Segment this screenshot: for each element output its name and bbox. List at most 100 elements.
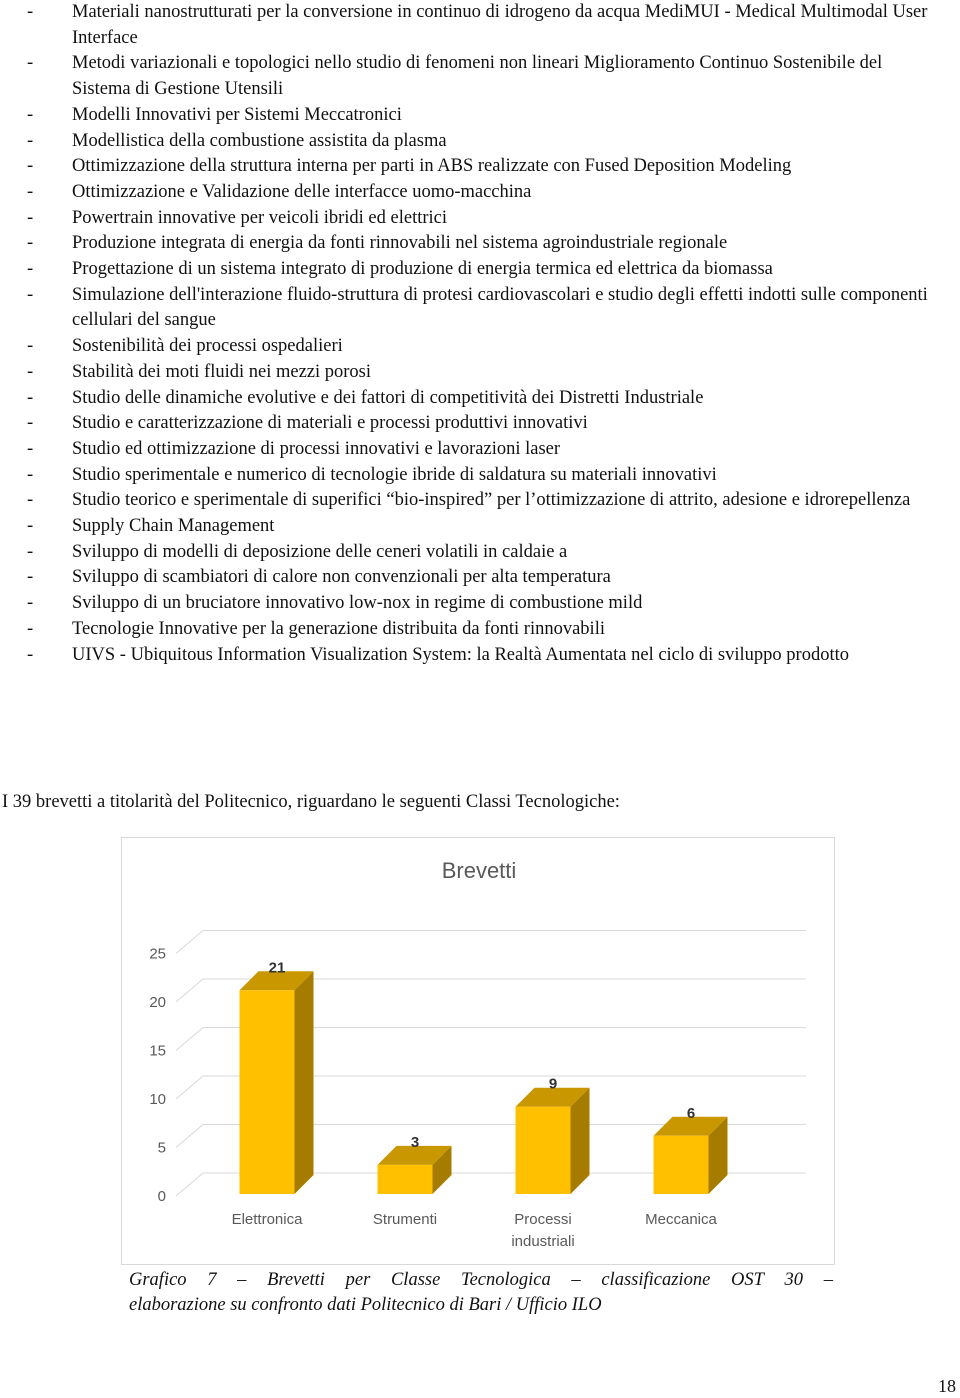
list-item-text: Modelli Innovativi per Sistemi Meccatron… bbox=[72, 104, 402, 125]
x-category-label: Processi bbox=[514, 1211, 572, 1228]
bullet-dash: - bbox=[27, 156, 34, 177]
caption-word: Tecnologica bbox=[460, 1270, 551, 1290]
bullet-dash: - bbox=[27, 541, 34, 562]
list-item: - Sviluppo di modelli di deposizione dell… bbox=[0, 540, 960, 566]
list-item: - Powertrain innovative per veicoli ibrid… bbox=[0, 206, 960, 232]
caption-word: per bbox=[345, 1270, 371, 1290]
chart-title: Brevetti bbox=[442, 858, 517, 883]
list-item-text: Stabilità dei moti fluidi nei mezzi poro… bbox=[72, 361, 372, 382]
bullet-dash: - bbox=[27, 336, 34, 357]
bullet-dash: - bbox=[27, 2, 34, 22]
list-item: - Supply Chain Management bbox=[0, 514, 960, 540]
list-item-text: UIVS - Ubiquitous Information Visualizat… bbox=[72, 644, 849, 665]
caption-word: 7 bbox=[207, 1270, 217, 1290]
bullet-dash: - bbox=[27, 181, 34, 202]
list-item-text: Produzione integrata di energia da fonti… bbox=[72, 233, 728, 254]
list-item: - Studio delle dinamiche evolutive e dei … bbox=[0, 386, 960, 412]
list-item: - Studio sperimentale e numerico di tecno… bbox=[0, 463, 960, 489]
bullet-dash: - bbox=[27, 438, 34, 459]
bar-side bbox=[294, 971, 314, 1194]
list-item-text: Tecnologie Innovative per la generazione… bbox=[72, 618, 605, 639]
list-item-text: Progettazione di un sistema integrato di… bbox=[72, 259, 773, 280]
bullet-dash: - bbox=[27, 644, 34, 665]
bullet-dash: - bbox=[27, 284, 34, 305]
bar bbox=[653, 1135, 709, 1194]
caption-word: Brevetti bbox=[267, 1270, 325, 1290]
x-category-label: industriali bbox=[511, 1233, 574, 1250]
caption-word: Grafico bbox=[129, 1270, 187, 1290]
list-item-text: Ottimizzazione della struttura interna p… bbox=[72, 156, 792, 177]
list-item-text: Supply Chain Management bbox=[72, 516, 275, 537]
list-item: - Sviluppo di un bruciatore innovativo lo… bbox=[0, 591, 960, 617]
patents-intro-text: I 39 brevetti a titolarità del Politecni… bbox=[2, 792, 620, 812]
chart-caption: Grafico 7– Brevetti per Classe Tecnologica – cl… bbox=[129, 1268, 833, 1318]
gridline-side bbox=[175, 1124, 204, 1148]
bullet-dash: - bbox=[27, 567, 34, 588]
x-category-label: Meccanica bbox=[645, 1211, 717, 1228]
list-item: - Studio ed ottimizzazione di processi in… bbox=[0, 437, 960, 463]
list-item: - Modellistica della combustione assistit… bbox=[0, 129, 960, 155]
list-item-text: Studio teorico e sperimentale di superif… bbox=[72, 490, 911, 511]
list-item-text: Simulazione dell'interazione fluido-stru… bbox=[72, 284, 928, 331]
list-item: - Stabilità dei moti fluidi nei mezzi por… bbox=[0, 360, 960, 386]
bullet-dash: - bbox=[27, 104, 34, 125]
list-item-text: Studio sperimentale e numerico di tecnol… bbox=[72, 464, 717, 485]
bullet-dash: - bbox=[27, 464, 34, 485]
caption-word: 30 bbox=[784, 1270, 804, 1290]
bullet-dash: - bbox=[27, 516, 34, 537]
list-item-text: Sviluppo di scambiatori di calore non co… bbox=[72, 567, 611, 588]
chart-canvas: Brevetti 0 5 10 15 20 25 21 Elettronica 3 Strument… bbox=[149, 858, 806, 1250]
y-tick-label: 0 bbox=[158, 1188, 166, 1205]
caption-word: classificazione bbox=[601, 1270, 711, 1290]
list-item-text: Modellistica della combustione assistita… bbox=[72, 130, 447, 151]
bar bbox=[515, 1106, 571, 1194]
project-list: - Materiali nanostrutturati per la conver… bbox=[0, 0, 960, 668]
data-label: 3 bbox=[411, 1134, 419, 1151]
bullet-dash: - bbox=[27, 207, 34, 228]
list-item-text: Metodi variazionali e topologici nello s… bbox=[72, 53, 883, 100]
y-tick-label: 5 bbox=[158, 1140, 166, 1157]
caption-word: – bbox=[571, 1270, 581, 1290]
list-item: - Ottimizzazione e Validazione delle inte… bbox=[0, 180, 960, 206]
list-item: - Sviluppo di scambiatori di calore non c… bbox=[0, 565, 960, 591]
patents-chart: Brevetti 0 5 10 15 20 25 21 Elettronica 3 Strument… bbox=[121, 837, 835, 1265]
y-tick-label: 10 bbox=[149, 1091, 166, 1108]
data-label: 6 bbox=[687, 1105, 695, 1122]
list-item: - Progettazione di un sistema integrato d… bbox=[0, 257, 960, 283]
caption-line-1: Grafico 7– Brevetti per Classe Tecnologica – cl… bbox=[129, 1268, 833, 1293]
list-item: - Materiali nanostrutturati per la conver… bbox=[0, 0, 960, 51]
y-tick-label: 15 bbox=[149, 1043, 166, 1060]
bullet-dash: - bbox=[27, 413, 34, 434]
x-category-label: Strumenti bbox=[373, 1211, 437, 1228]
list-item: - Sostenibilità dei processi ospedalieri bbox=[0, 334, 960, 360]
caption-line-2: elaborazione su confronto dati Politecni… bbox=[129, 1295, 602, 1315]
bullet-dash: - bbox=[27, 233, 34, 254]
list-item-text: Sviluppo di un bruciatore innovativo low… bbox=[72, 593, 643, 614]
bar bbox=[377, 1164, 433, 1194]
data-label: 9 bbox=[549, 1076, 557, 1093]
list-item-text: Materiali nanostrutturati per la convers… bbox=[72, 2, 928, 48]
x-category-label: Elettronica bbox=[232, 1211, 304, 1228]
bullet-dash: - bbox=[27, 387, 34, 408]
list-item-text: Powertrain innovative per veicoli ibridi… bbox=[72, 207, 448, 228]
list-item: - Tecnologie Innovative per la generazion… bbox=[0, 617, 960, 643]
caption-word: OST bbox=[730, 1270, 764, 1290]
list-item-text: Studio ed ottimizzazione di processi inn… bbox=[72, 438, 561, 459]
list-item: - Metodi variazionali e topologici nello … bbox=[0, 51, 960, 102]
list-item: - Produzione integrata di energia da font… bbox=[0, 231, 960, 257]
page-number: 18 bbox=[938, 1376, 956, 1396]
y-tick-label: 20 bbox=[149, 994, 166, 1011]
data-label: 21 bbox=[269, 959, 286, 976]
gridline-side bbox=[175, 978, 204, 1003]
list-item: - Modelli Innovativi per Sistemi Meccatro… bbox=[0, 103, 960, 129]
bar bbox=[239, 990, 295, 1194]
list-item-text: Ottimizzazione e Validazione delle inter… bbox=[72, 181, 532, 202]
bullet-dash: - bbox=[27, 259, 34, 280]
list-item: - Ottimizzazione della struttura interna … bbox=[0, 154, 960, 180]
list-item-text: Studio e caratterizzazione di materiali … bbox=[72, 413, 588, 434]
caption-word: – bbox=[237, 1270, 247, 1290]
caption-word: – bbox=[823, 1270, 833, 1290]
caption-word: Classe bbox=[390, 1270, 441, 1290]
list-item: - Studio teorico e sperimentale di superi… bbox=[0, 488, 960, 514]
bullet-dash: - bbox=[27, 618, 34, 639]
